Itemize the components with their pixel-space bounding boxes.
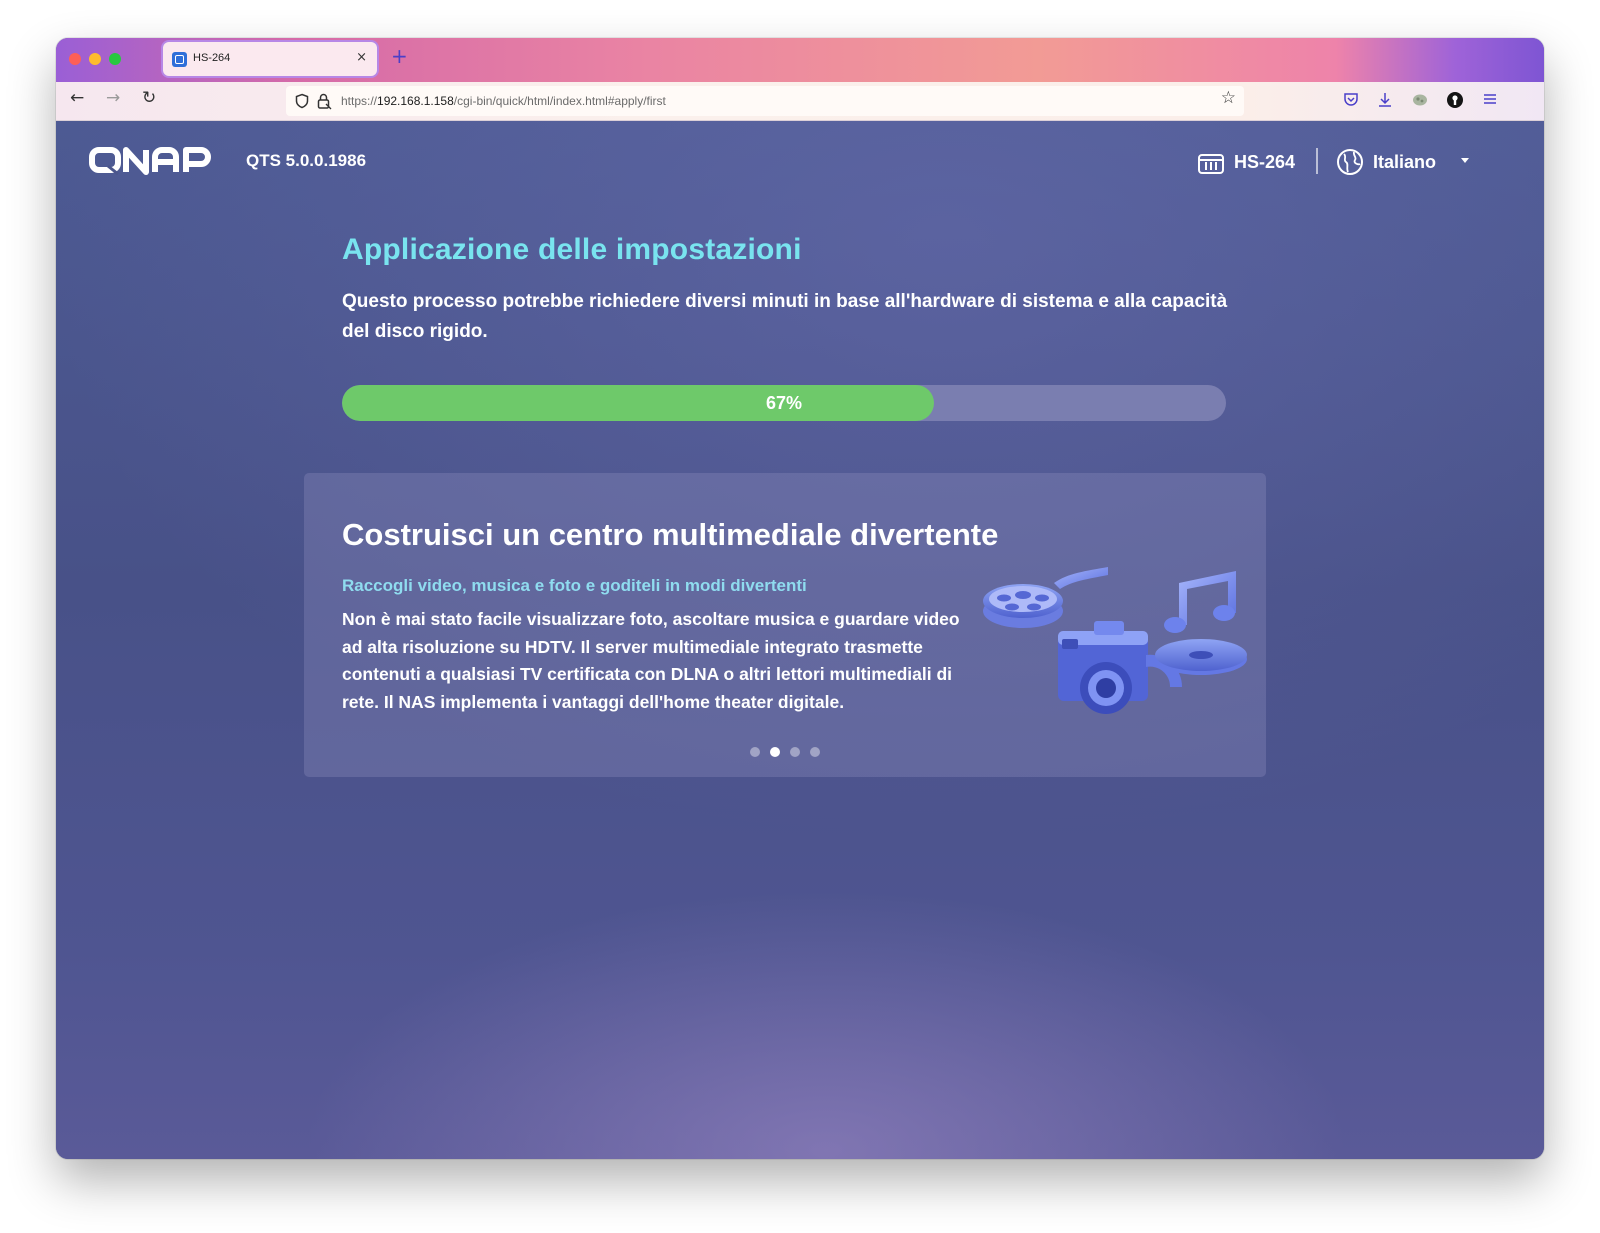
url-scheme: https:// [341,94,378,108]
back-button[interactable]: ← [70,90,84,107]
profile-icon[interactable] [1446,91,1464,113]
header-divider [1316,148,1318,174]
device-name: HS-264 [1234,152,1296,172]
tab-close-icon[interactable]: × [356,50,367,65]
carousel-dot[interactable] [770,747,780,757]
url-path: /cgi-bin/quick/html/index.html#apply/fir… [453,94,666,108]
promo-carousel: Costruisci un centro multimediale divert… [304,473,1266,777]
progress-label: 67% [765,393,803,413]
address-bar[interactable]: https://192.168.1.158/cgi-bin/quick/html… [286,86,1244,116]
browser-tab[interactable]: HS-264 × [163,42,377,76]
zoom-window-button[interactable] [109,53,121,65]
carousel-dot[interactable] [750,747,760,757]
multimedia-illustration [976,553,1251,737]
lock-icon[interactable] [316,92,332,114]
carousel-dot[interactable] [790,747,800,757]
progress-bar: 67% [342,385,1226,421]
url-host: 192.168.1.158 [377,94,454,108]
promo-body: Non è mai stato facile visualizzare foto… [342,609,960,712]
pocket-icon[interactable] [1342,91,1360,113]
forward-button[interactable]: → [106,90,120,107]
language-selector[interactable]: Italiano [1373,152,1436,173]
tab-title: HS-264 [193,52,231,64]
promo-subtitle: Raccogli video, musica e foto e goditeli… [342,576,807,595]
menu-icon[interactable] [1482,91,1498,111]
minimize-window-button[interactable] [89,53,101,65]
reload-button[interactable]: ↻ [142,90,156,107]
qts-version: QTS 5.0.0.1986 [246,151,367,170]
tab-strip: HS-264 × + [56,38,1544,82]
new-tab-button[interactable]: + [391,46,408,66]
qnap-logo [89,147,231,179]
qts-setup-page: QTS 5.0.0.1986 HS-264 Italiano Applicazi… [56,121,1544,1159]
bookmark-star-icon[interactable]: ☆ [1221,90,1236,107]
carousel-dot[interactable] [810,747,820,757]
download-icon[interactable] [1376,91,1394,113]
promo-title: Costruisci un centro multimediale divert… [342,517,999,552]
url-text[interactable]: https://192.168.1.158/cgi-bin/quick/html… [341,94,666,108]
close-window-button[interactable] [69,53,81,65]
apply-title: Applicazione delle impostazioni [342,233,802,266]
chevron-down-icon[interactable] [1461,158,1469,163]
tracking-shield-icon[interactable] [294,93,310,113]
qnap-favicon-icon [172,52,187,67]
browser-toolbar: ← → ↻ https://192.168.1.158/cgi-bin/quic… [56,82,1544,121]
extension-icon[interactable] [1411,91,1429,113]
apply-description: Questo processo potrebbe richiedere dive… [342,291,1228,342]
browser-window: HS-264 × + ← → ↻ https://192.168.1.158/c… [56,38,1544,1159]
globe-icon[interactable] [1336,148,1364,180]
nas-device-icon [1197,149,1225,181]
